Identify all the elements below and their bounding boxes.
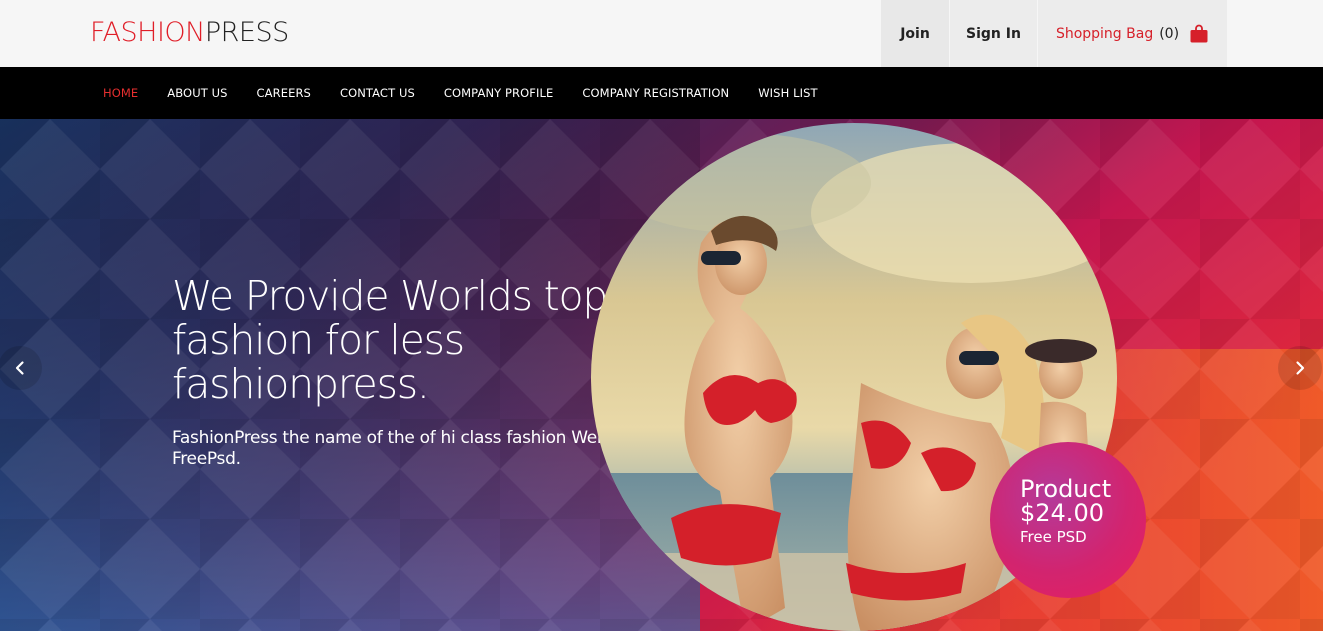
logo-text-press: PRESS xyxy=(204,17,289,48)
join-label: Join xyxy=(900,25,930,42)
join-button[interactable]: Join xyxy=(881,0,949,67)
sign-in-label: Sign In xyxy=(966,25,1021,42)
product-price-badge[interactable]: Product $24.00 Free PSD xyxy=(990,442,1146,598)
nav-item-about-us[interactable]: ABOUT US xyxy=(167,86,227,100)
sign-in-button[interactable]: Sign In xyxy=(950,0,1037,67)
badge-note: Free PSD xyxy=(1020,528,1087,546)
slider-prev-button[interactable] xyxy=(0,346,42,390)
shopping-bag-label: Shopping Bag xyxy=(1055,25,1154,42)
hero-title: We Provide Worlds top fashion for less f… xyxy=(172,274,642,406)
nav-item-contact-us[interactable]: CONTACT US xyxy=(340,86,415,100)
shopping-bag-count: (0) xyxy=(1159,25,1180,42)
shopping-bag-icon xyxy=(1190,24,1208,42)
hero-title-line-2: fashion for less xyxy=(172,316,465,364)
nav-item-home[interactable]: HOME xyxy=(103,86,138,100)
slider-next-button[interactable] xyxy=(1278,346,1322,390)
chevron-left-icon xyxy=(15,361,24,375)
hero-slider: We Provide Worlds top fashion for less f… xyxy=(0,119,1323,631)
nav-list: HOME ABOUT US CAREERS CONTACT US COMPANY… xyxy=(103,67,847,119)
chevron-right-icon xyxy=(1296,361,1305,375)
hero-title-line-1: We Provide Worlds top xyxy=(172,272,608,320)
logo-text-fashion: FASHION xyxy=(90,17,205,48)
nav-item-careers[interactable]: CAREERS xyxy=(257,86,311,100)
hero-title-line-3: fashionpress. xyxy=(172,360,430,408)
hero-subtitle: FashionPress the name of the of hi class… xyxy=(172,428,608,469)
badge-price: $24.00 xyxy=(1020,499,1104,527)
nav-item-wish-list[interactable]: WISH LIST xyxy=(758,86,817,100)
main-navigation: HOME ABOUT US CAREERS CONTACT US COMPANY… xyxy=(0,67,1323,119)
site-logo[interactable]: FASHIONPRESS xyxy=(90,17,289,49)
top-header: FASHIONPRESS Join Sign In Shopping Bag (… xyxy=(0,0,1323,67)
shopping-bag-button[interactable]: Shopping Bag (0) xyxy=(1038,0,1227,67)
nav-item-company-profile[interactable]: COMPANY PROFILE xyxy=(444,86,554,100)
nav-item-company-registration[interactable]: COMPANY REGISTRATION xyxy=(582,86,729,100)
